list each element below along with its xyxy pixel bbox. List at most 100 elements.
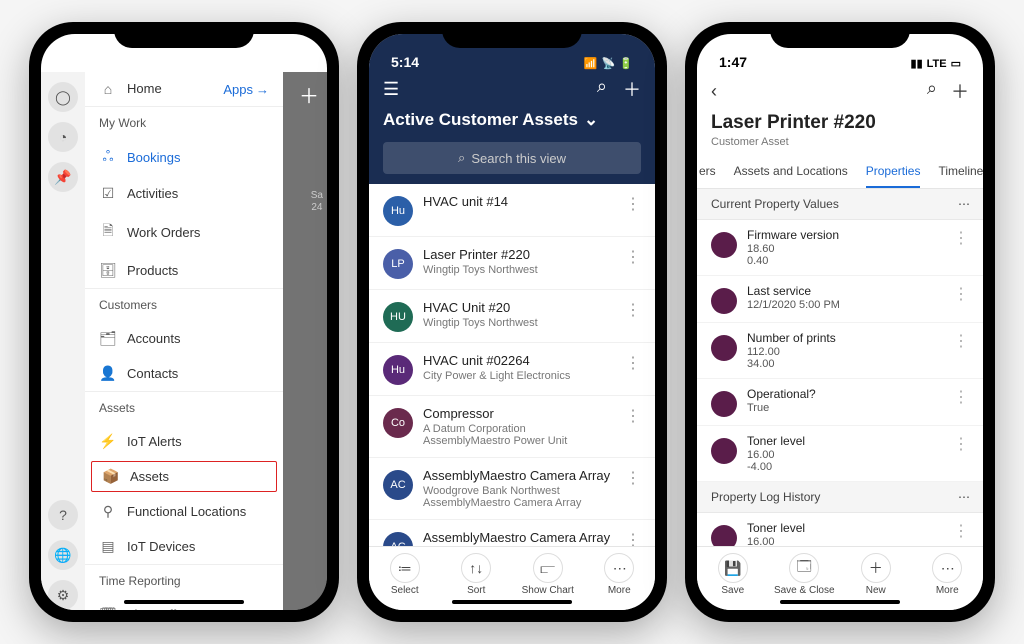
tab-assets-locations[interactable]: Assets and Locations bbox=[734, 156, 848, 188]
tab-bar: ers Assets and Locations Properties Time… bbox=[697, 156, 983, 189]
item-more-icon[interactable]: ⋮ bbox=[625, 300, 641, 320]
search-icon[interactable]: ⌕ bbox=[597, 76, 607, 102]
save-close-button[interactable]: 🗔Save & Close bbox=[769, 553, 841, 596]
property-value-1: 12/1/2020 5:00 PM bbox=[747, 299, 943, 311]
item-more-icon[interactable]: ⋮ bbox=[625, 406, 641, 426]
save-button[interactable]: 💾Save bbox=[697, 553, 769, 596]
item-more-icon[interactable]: ⋮ bbox=[625, 353, 641, 373]
property-row[interactable]: Toner level16.00-4.00⋮ bbox=[697, 513, 983, 546]
show-chart-button[interactable]: ⫍Show Chart bbox=[512, 553, 584, 596]
asset-list-item[interactable]: HUHVAC Unit #20Wingtip Toys Northwest⋮ bbox=[369, 290, 655, 343]
more-button[interactable]: ⋯More bbox=[584, 553, 656, 596]
property-row[interactable]: Firmware version18.600.40⋮ bbox=[697, 220, 983, 276]
help-icon[interactable]: ? bbox=[48, 500, 78, 530]
property-value-1: 16.00 bbox=[747, 536, 943, 546]
property-avatar bbox=[711, 438, 737, 464]
search-icon: ⌕ bbox=[458, 150, 465, 166]
property-row[interactable]: Last service12/1/2020 5:00 PM ⋮ bbox=[697, 276, 983, 323]
asset-list[interactable]: HuHVAC unit #14⋮LPLaser Printer #220Wing… bbox=[369, 184, 655, 546]
more-icon[interactable]: ⋯ bbox=[958, 490, 969, 504]
workorders-icon: 🗎 bbox=[99, 220, 117, 244]
add-icon[interactable]: ＋ bbox=[623, 76, 641, 102]
nav-accounts[interactable]: 🗂Accounts bbox=[85, 321, 283, 356]
nav-bookings[interactable]: ஃBookings bbox=[85, 139, 283, 176]
asset-list-item[interactable]: CoCompressorA Datum CorporationAssemblyM… bbox=[369, 396, 655, 458]
select-button[interactable]: ≔Select bbox=[369, 553, 441, 596]
property-name: Last service bbox=[747, 284, 943, 298]
item-more-icon[interactable]: ⋮ bbox=[953, 434, 969, 454]
item-more-icon[interactable]: ⋮ bbox=[625, 468, 641, 488]
avatar: HU bbox=[383, 302, 413, 332]
hamburger-icon[interactable]: ☰ bbox=[383, 79, 399, 100]
sort-button[interactable]: ↑↓Sort bbox=[441, 553, 513, 596]
asset-account: Wingtip Toys Northwest bbox=[423, 264, 615, 276]
apps-link[interactable]: Apps→ bbox=[223, 82, 269, 97]
asset-name: Compressor bbox=[423, 406, 615, 421]
item-more-icon[interactable]: ⋮ bbox=[625, 247, 641, 267]
new-button[interactable]: ＋New bbox=[840, 553, 912, 596]
item-more-icon[interactable]: ⋮ bbox=[953, 228, 969, 248]
property-name: Toner level bbox=[747, 521, 943, 535]
search-input[interactable]: ⌕ Search this view bbox=[383, 142, 641, 174]
asset-list-item[interactable]: HuHVAC unit #14⋮ bbox=[369, 184, 655, 237]
item-more-icon[interactable]: ⋮ bbox=[953, 284, 969, 304]
property-row[interactable]: Number of prints112.0034.00⋮ bbox=[697, 323, 983, 379]
tab-properties[interactable]: Properties bbox=[866, 156, 921, 188]
nav-iot-devices[interactable]: ▤IoT Devices bbox=[85, 529, 283, 564]
properties-body[interactable]: Current Property Values⋯ Firmware versio… bbox=[697, 189, 983, 546]
property-row[interactable]: Toner level16.00-4.00⋮ bbox=[697, 426, 983, 482]
item-more-icon[interactable]: ⋮ bbox=[625, 194, 641, 214]
avatar: AC bbox=[383, 532, 413, 546]
settings-icon[interactable]: ⚙ bbox=[48, 580, 78, 610]
battery-icon: ▭ bbox=[951, 57, 961, 70]
contacts-icon: 👤 bbox=[99, 365, 117, 382]
item-more-icon[interactable]: ⋮ bbox=[953, 521, 969, 541]
property-value-2: 34.00 bbox=[747, 358, 943, 370]
icon-rail: ◯ ◔ 📌 ? 🌐 ⚙ bbox=[41, 72, 85, 610]
section-customers: Customers bbox=[85, 288, 283, 321]
property-row[interactable]: Operational?True⋮ bbox=[697, 379, 983, 426]
iot-devices-icon: ▤ bbox=[99, 538, 117, 555]
nav-home[interactable]: ⌂Home Apps→ bbox=[85, 72, 283, 106]
asset-list-item[interactable]: HuHVAC unit #02264City Power & Light Ele… bbox=[369, 343, 655, 396]
search-icon[interactable]: ⌕ bbox=[927, 78, 937, 104]
nav-assets-highlighted[interactable]: 📦Assets bbox=[91, 461, 277, 492]
phone-3-frame: 1:47 ▮▮LTE▭ ‹ ⌕＋ Laser Printer #220 Cust… bbox=[685, 22, 995, 622]
more-button[interactable]: ⋯More bbox=[912, 553, 984, 596]
nav-panel: ⌂Home Apps→ My Work ஃBookings ☑Activitie… bbox=[85, 72, 283, 610]
location-icon: ⚲ bbox=[99, 503, 117, 520]
globe-icon[interactable]: 🌐 bbox=[48, 540, 78, 570]
tab-timeline[interactable]: Timeline bbox=[938, 156, 983, 188]
section-history: Property Log History⋯ bbox=[697, 482, 983, 513]
item-more-icon[interactable]: ⋮ bbox=[953, 387, 969, 407]
pin-icon[interactable]: 📌 bbox=[48, 162, 78, 192]
nav-work-orders[interactable]: 🗎Work Orders bbox=[85, 211, 283, 253]
more-icon[interactable]: ⋯ bbox=[958, 197, 969, 211]
item-more-icon[interactable]: ⋮ bbox=[625, 530, 641, 546]
tab-ers[interactable]: ers bbox=[699, 156, 716, 188]
add-icon[interactable]: ＋ bbox=[299, 80, 319, 109]
section-mywork: My Work bbox=[85, 106, 283, 139]
asset-name: HVAC unit #02264 bbox=[423, 353, 615, 368]
nav-contacts[interactable]: 👤Contacts bbox=[85, 356, 283, 391]
asset-list-item[interactable]: LPLaser Printer #220Wingtip Toys Northwe… bbox=[369, 237, 655, 290]
home-icon: ⌂ bbox=[99, 81, 117, 97]
activities-icon: ☑ bbox=[99, 185, 117, 202]
property-value-2: 0.40 bbox=[747, 255, 943, 267]
nav-functional-locations[interactable]: ⚲Functional Locations bbox=[85, 494, 283, 529]
asset-name: AssemblyMaestro Camera Array bbox=[423, 530, 615, 545]
nav-products[interactable]: 🗄Products bbox=[85, 253, 283, 288]
view-title[interactable]: Active Customer Assets⌄ bbox=[369, 106, 655, 142]
recent-icon[interactable]: ◔ bbox=[48, 122, 78, 152]
nav-activities[interactable]: ☑Activities bbox=[85, 176, 283, 211]
profile-icon[interactable]: ◯ bbox=[48, 82, 78, 112]
nav-iot-alerts[interactable]: ⚡IoT Alerts bbox=[85, 424, 283, 459]
asset-list-item[interactable]: ACAssemblyMaestro Camera ArrayWoodgrove … bbox=[369, 520, 655, 546]
item-more-icon[interactable]: ⋮ bbox=[953, 331, 969, 351]
back-icon[interactable]: ‹ bbox=[711, 81, 717, 102]
accounts-icon: 🗂 bbox=[99, 330, 117, 347]
asset-list-item[interactable]: ACAssemblyMaestro Camera ArrayWoodgrove … bbox=[369, 458, 655, 520]
property-name: Number of prints bbox=[747, 331, 943, 345]
asset-parent: AssemblyMaestro Power Unit bbox=[423, 435, 615, 447]
add-icon[interactable]: ＋ bbox=[951, 78, 969, 104]
